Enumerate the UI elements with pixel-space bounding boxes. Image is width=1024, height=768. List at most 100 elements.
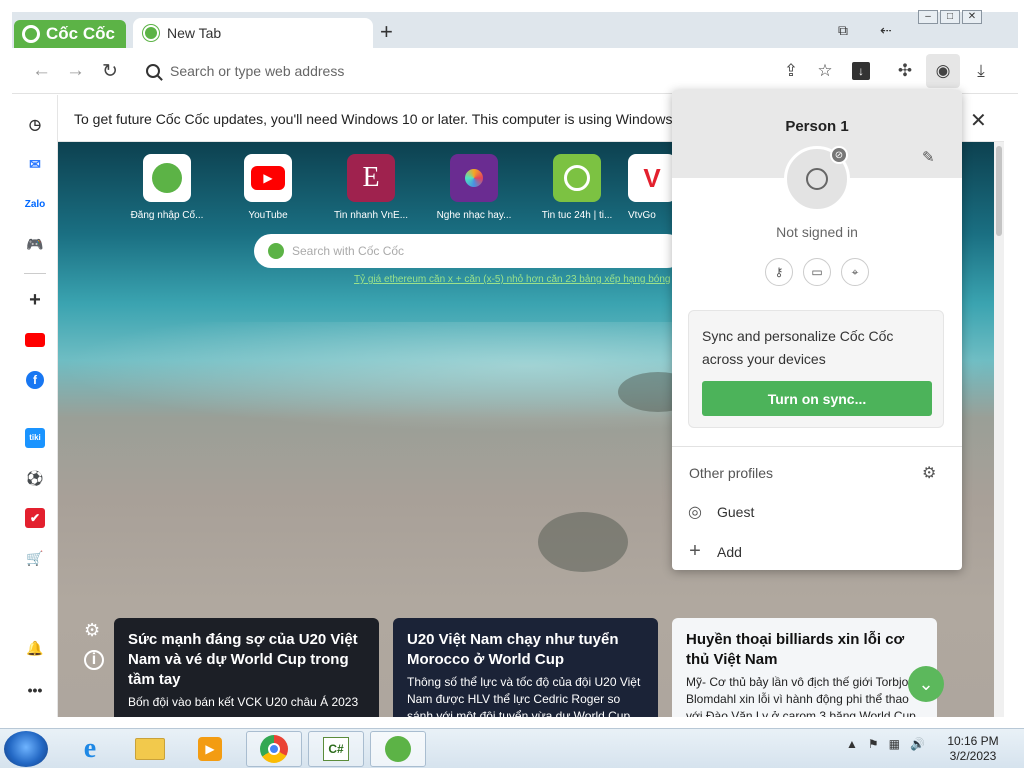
media-player-icon[interactable]: ▶ [182,731,238,767]
add-sidebar-item-icon[interactable]: + [24,289,46,311]
profile-avatar-icon[interactable]: ◉ [926,54,960,88]
coccoc-brand-button[interactable]: Cốc Cốc [14,20,126,48]
action-center-icon[interactable]: ⚑ [868,737,879,751]
football-icon[interactable]: ⚽ [24,467,46,489]
speed-dial-label: Nghe nhạc hay... [436,210,512,221]
news-title: U20 Việt Nam chạy như tuyển Morocco ở Wo… [407,631,619,668]
messenger-icon[interactable]: ✉ [24,153,46,175]
guest-person-icon: ◎ [688,504,702,521]
person-icon [806,168,828,190]
internet-explorer-icon[interactable]: e [62,731,118,767]
news-card[interactable]: Huyền thoại billiards xin lỗi cơ thủ Việ… [672,618,937,717]
browser-toolbar: ← → ↻ Search or type web address ⇪ ☆ ↓ ✣… [12,48,1018,94]
tiki-icon[interactable]: tiki [24,427,46,449]
facebook-icon[interactable]: f [24,369,46,391]
forward-arrow-icon[interactable]: → [66,60,85,82]
zalo-icon[interactable]: Zalo [24,193,46,215]
guest-profile-item[interactable]: ◎ Guest [685,502,945,522]
newtab-search-box[interactable]: Search with Cốc Cốc [254,234,684,268]
manage-profiles-gear-icon[interactable]: ⚙ [922,463,936,483]
news-snippet: Mỹ- Cơ thủ bảy lần vô địch thế giới Torb… [686,675,919,717]
news-app-icon[interactable]: ✔ [24,507,46,529]
payment-card-icon[interactable]: ▭ [803,258,831,286]
share-icon[interactable]: ⇪ [778,58,804,84]
popup-divider [672,446,962,447]
address-bar[interactable]: Search or type web address [138,56,778,86]
taskbar-clock[interactable]: 10:16 PM 3/2/2023 [936,734,1010,764]
vnexpress-icon: E [347,154,395,202]
close-window-button[interactable]: ✕ [962,10,982,24]
profile-popup: Person 1 ✎ ⊘ Not signed in ⚷ ▭ ⌖ Sync an… [672,90,962,570]
speed-dial-tile[interactable]: E Tin nhanh VnE... [330,154,412,221]
game-controller-icon[interactable]: 🎮 [24,233,46,255]
speed-dial-label: VtvGo [628,210,656,221]
tray-expand-icon[interactable]: ▲ [846,737,858,751]
chrome-icon[interactable] [246,731,302,767]
back-forward-cache-icon[interactable]: ⇠ [880,22,892,39]
edit-pencil-icon[interactable]: ✎ [922,148,935,166]
coccoc-search-icon [268,243,284,259]
shopping-cart-icon[interactable]: 🛒 [24,547,46,569]
coccoc-taskbar-icon[interactable] [370,731,426,767]
history-icon[interactable]: ◷ [24,113,46,135]
download-video-icon[interactable]: ↓ [848,58,874,84]
bookmark-star-icon[interactable]: ☆ [812,58,838,84]
sync-promo-text: Sync and personalize Cốc Cốc across your… [702,328,894,367]
clock-date: 3/2/2023 [949,749,997,763]
signin-status: Not signed in [776,224,858,240]
volume-icon[interactable]: 🔊 [910,737,925,751]
addresses-pin-icon[interactable]: ⌖ [841,258,869,286]
scroll-down-chevron-icon[interactable]: ⌄ [908,666,944,702]
windows-taskbar: e ▶ C# ▲ ⚑ ▦ 🔊 10:16 PM 3/2/2023 [0,728,1024,768]
speed-dial-label: Đăng nhập Cố... [130,210,204,221]
sidebar: ◷ ✉ Zalo 🎮 + f tiki ⚽ ✔ 🛒 🔔 ••• [12,95,58,717]
scrollbar-thumb[interactable] [996,146,1002,236]
news-card[interactable]: U20 Việt Nam chạy như tuyển Morocco ở Wo… [393,618,658,717]
speed-dial-tile[interactable]: Nghe nhạc hay... [433,154,515,221]
speed-dial-tile[interactable]: Đăng nhập Cố... [126,154,208,221]
tab-title: New Tab [167,25,222,41]
browser-titlebar: Cốc Cốc New Tab + ⧉ ⇠ – □ ✕ [12,10,1018,48]
speed-dial-tile[interactable]: V VtvGo [628,154,672,221]
window-controls: – □ ✕ [918,10,982,24]
news-card[interactable]: Sức mạnh đáng sợ của U20 Việt Nam và vé … [114,618,379,717]
info-icon[interactable]: i [84,650,104,670]
youtube-sidebar-icon[interactable] [24,329,46,351]
minimize-button[interactable]: – [918,10,938,24]
speed-dial-label: Tin tuc 24h | ti... [541,210,613,221]
settings-gear-icon[interactable]: ⚙ [84,620,100,641]
clock-time: 10:16 PM [947,734,999,748]
start-button[interactable] [4,731,48,767]
search-icon [146,64,160,78]
news-title: Huyền thoại billiards xin lỗi cơ thủ Việ… [686,631,905,668]
passwords-key-icon[interactable]: ⚷ [765,258,793,286]
maximize-button[interactable]: □ [940,10,960,24]
speed-dial-tile[interactable]: Tin tuc 24h | ti... [536,154,618,221]
tab-new-tab[interactable]: New Tab [133,18,373,48]
turn-on-sync-button[interactable]: Turn on sync... [702,381,932,416]
network-icon[interactable]: ▦ [889,737,900,751]
more-options-icon[interactable]: ••• [24,679,46,701]
tab-search-icon[interactable]: ⧉ [838,22,848,39]
downloads-icon[interactable]: ⤓ [968,58,994,84]
trending-links[interactable]: Tỷ giá ethereum căn x + căn (x-5) nhỏ hơ… [354,274,670,285]
reload-icon[interactable]: ↻ [102,60,118,83]
coccoc-logo-icon [22,25,40,43]
new-tab-button[interactable]: + [380,21,393,43]
csharp-editor-icon[interactable]: C# [308,731,364,767]
infobar-close-icon[interactable]: ✕ [970,108,987,133]
other-profiles-heading: Other profiles [689,465,774,481]
page-scrollbar[interactable] [994,142,1004,717]
extensions-puzzle-icon[interactable]: ✣ [892,58,918,84]
back-arrow-icon[interactable]: ← [32,60,51,82]
guest-label: Guest [717,504,755,520]
music-icon [450,154,498,202]
add-profile-item[interactable]: + Add [685,540,945,563]
address-placeholder: Search or type web address [170,63,345,79]
file-explorer-icon[interactable] [122,731,178,767]
news-title: Sức mạnh đáng sợ của U20 Việt Nam và vé … [128,631,358,688]
notifications-bell-icon[interactable]: 🔔 [24,637,46,659]
system-tray: ▲ ⚑ ▦ 🔊 [846,737,925,751]
news-snippet: Thông số thể lực và tốc độ của đội U20 V… [407,675,641,717]
speed-dial-tile[interactable]: ▶ YouTube [227,154,309,221]
